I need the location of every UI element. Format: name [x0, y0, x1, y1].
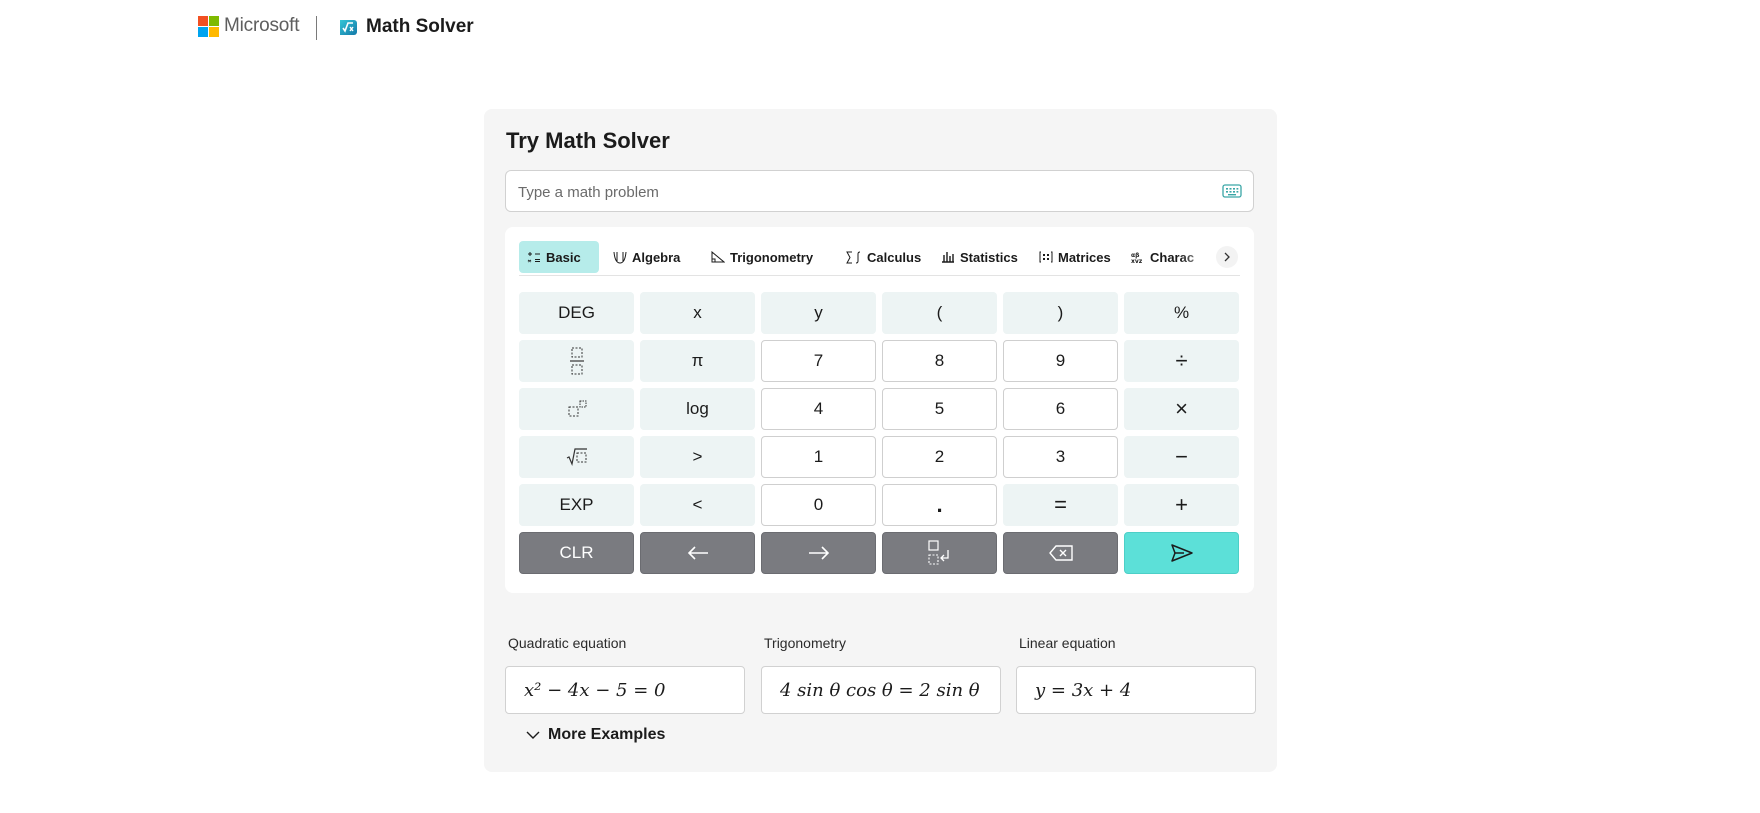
- tab-label: Basic: [546, 249, 581, 265]
- tab-trigonometry[interactable]: Trigonometry: [703, 241, 831, 273]
- key-clear[interactable]: CLR: [519, 532, 634, 574]
- key-8[interactable]: 8: [882, 340, 997, 382]
- key-y[interactable]: y: [761, 292, 876, 334]
- header-divider: [316, 16, 317, 40]
- example-label-trigonometry: Trigonometry: [764, 635, 846, 651]
- example-expression: x² − 4x − 5 = 0: [524, 679, 666, 701]
- math-solver-card: Try Math Solver Basic Algebra Tr: [484, 109, 1277, 772]
- keypad-tabs: Basic Algebra Trigonometry Calculus Stat…: [519, 241, 1240, 276]
- placeholder-jump-icon: [927, 540, 949, 565]
- key-plus[interactable]: +: [1124, 484, 1239, 526]
- key-fraction[interactable]: [519, 340, 634, 382]
- sigma-integral-icon: [846, 251, 861, 263]
- math-solver-title[interactable]: Math Solver: [366, 16, 474, 38]
- example-quadratic[interactable]: x² − 4x − 5 = 0: [505, 666, 745, 714]
- key-0[interactable]: 0: [761, 484, 876, 526]
- key-9[interactable]: 9: [1003, 340, 1118, 382]
- tab-statistics[interactable]: Statistics: [933, 241, 1025, 273]
- key-exponent[interactable]: [519, 388, 634, 430]
- key-next-placeholder[interactable]: [882, 532, 997, 574]
- key-deg[interactable]: DEG: [519, 292, 634, 334]
- square-root-icon: [566, 448, 587, 466]
- svg-text:xyz: xyz: [1131, 258, 1143, 263]
- card-title: Try Math Solver: [506, 128, 670, 153]
- key-log[interactable]: log: [640, 388, 755, 430]
- matrix-icon: [1039, 251, 1053, 263]
- key-1[interactable]: 1: [761, 436, 876, 478]
- key-cursor-right[interactable]: [761, 532, 876, 574]
- microsoft-brand-text[interactable]: Microsoft: [224, 15, 299, 37]
- key-decimal[interactable]: .: [882, 484, 997, 526]
- math-solver-logo-icon[interactable]: [337, 16, 359, 38]
- tab-label: Algebra: [632, 249, 681, 265]
- fraction-icon: [569, 347, 584, 375]
- solve-button[interactable]: [1124, 532, 1239, 574]
- key-exp[interactable]: EXP: [519, 484, 634, 526]
- example-expression: y = 3x + 4: [1035, 679, 1132, 701]
- tab-algebra[interactable]: Algebra: [605, 241, 697, 273]
- chevron-down-icon: [526, 731, 540, 739]
- key-7[interactable]: 7: [761, 340, 876, 382]
- basic-ops-icon: [527, 252, 540, 263]
- key-divide[interactable]: ÷: [1124, 340, 1239, 382]
- example-label-linear: Linear equation: [1019, 635, 1116, 651]
- key-backspace[interactable]: [1003, 532, 1118, 574]
- key-open-paren[interactable]: (: [882, 292, 997, 334]
- key-multiply[interactable]: ×: [1124, 388, 1239, 430]
- key-4[interactable]: 4: [761, 388, 876, 430]
- tab-label: Trigonometry: [730, 249, 814, 265]
- key-percent[interactable]: %: [1124, 292, 1239, 334]
- arrow-left-icon: [687, 546, 708, 560]
- key-5[interactable]: 5: [882, 388, 997, 430]
- key-x[interactable]: x: [640, 292, 755, 334]
- exponent-icon: [568, 400, 586, 417]
- math-problem-input-box[interactable]: [505, 170, 1254, 213]
- key-greater-than[interactable]: >: [640, 436, 755, 478]
- algebra-icon: [613, 251, 627, 264]
- key-pi[interactable]: π: [640, 340, 755, 382]
- key-minus[interactable]: −: [1124, 436, 1239, 478]
- keypad-panel: Basic Algebra Trigonometry Calculus Stat…: [505, 227, 1254, 593]
- site-header: Microsoft Math Solver: [0, 0, 1760, 55]
- arrow-right-icon: [808, 546, 829, 560]
- bar-chart-icon: [942, 252, 954, 263]
- more-examples-button[interactable]: More Examples: [526, 726, 665, 744]
- tab-label: Calculus: [867, 249, 922, 265]
- example-expression: 4 sin θ cos θ = 2 sin θ: [780, 679, 980, 701]
- tab-label: Matrices: [1058, 249, 1111, 265]
- tab-label: Statistics: [960, 249, 1018, 265]
- key-close-paren[interactable]: ): [1003, 292, 1118, 334]
- triangle-icon: [711, 251, 725, 263]
- tab-calculus[interactable]: Calculus: [838, 241, 926, 273]
- key-2[interactable]: 2: [882, 436, 997, 478]
- key-6[interactable]: 6: [1003, 388, 1118, 430]
- more-examples-label: More Examples: [548, 726, 666, 743]
- keyboard-icon[interactable]: [1222, 183, 1242, 199]
- tab-basic[interactable]: Basic: [519, 241, 599, 273]
- characters-icon: αβxyz: [1131, 252, 1143, 263]
- microsoft-logo-icon[interactable]: [198, 16, 219, 37]
- tabs-next-button[interactable]: [1216, 246, 1238, 268]
- math-problem-input[interactable]: [516, 171, 1210, 213]
- example-label-quadratic: Quadratic equation: [508, 635, 627, 651]
- key-equals[interactable]: =: [1003, 484, 1118, 526]
- example-linear[interactable]: y = 3x + 4: [1016, 666, 1256, 714]
- tab-matrices[interactable]: Matrices: [1031, 241, 1117, 273]
- send-icon: [1170, 544, 1193, 562]
- key-3[interactable]: 3: [1003, 436, 1118, 478]
- backspace-icon: [1048, 545, 1073, 561]
- key-cursor-left[interactable]: [640, 532, 755, 574]
- key-less-than[interactable]: <: [640, 484, 755, 526]
- chevron-right-icon: [1224, 252, 1230, 262]
- key-sqrt[interactable]: [519, 436, 634, 478]
- example-trigonometry[interactable]: 4 sin θ cos θ = 2 sin θ: [761, 666, 1001, 714]
